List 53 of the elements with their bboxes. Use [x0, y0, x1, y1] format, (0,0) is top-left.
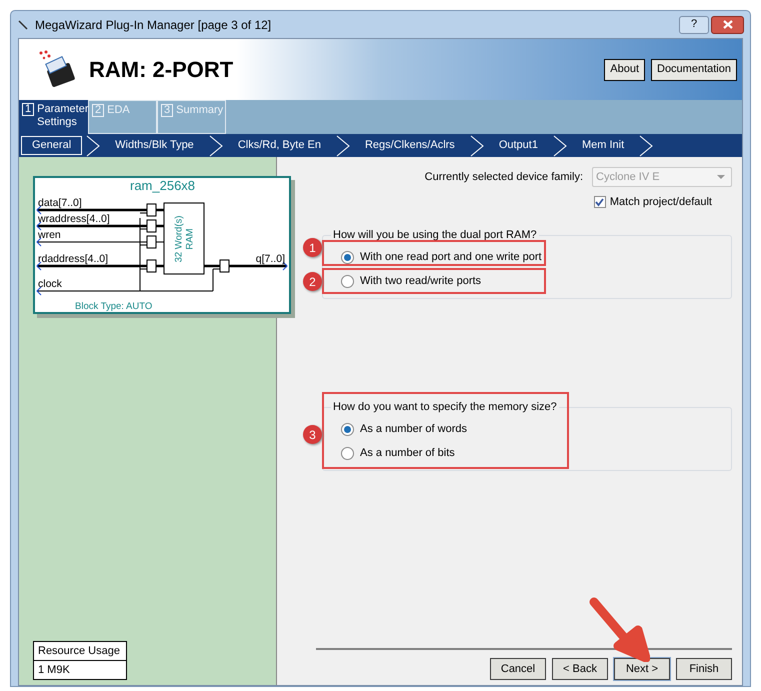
radio-label: As a number of bits — [360, 448, 455, 458]
radio-label: With one read port and one write port — [360, 252, 542, 262]
port-label: rdaddress[4..0] — [38, 254, 108, 264]
wizard-button[interactable]: Next > — [614, 658, 670, 680]
step-tab[interactable]: General — [21, 136, 82, 155]
radio-label: As a number of words — [360, 424, 467, 434]
block-type-label: Block Type: AUTO — [75, 302, 152, 312]
port-label: clock — [38, 279, 62, 290]
header-button[interactable]: About — [604, 58, 645, 80]
chevron-icon — [639, 134, 654, 156]
wizard-button[interactable]: < Back — [552, 658, 608, 680]
help-button[interactable]: ? — [679, 16, 709, 34]
block-label: RAM — [184, 228, 195, 250]
radio-label: With two read/write ports — [360, 276, 482, 286]
chevron-icon — [552, 134, 567, 156]
wizard-button[interactable]: Cancel — [490, 658, 546, 680]
dropdown-arrow-icon — [717, 175, 725, 179]
table-cell-text: 1 M9K — [37, 662, 71, 678]
checkbox-label: Match project/default — [610, 195, 712, 210]
radio-button[interactable] — [341, 274, 354, 288]
diagram-title: ram_256x8 — [130, 179, 196, 192]
close-icon — [722, 20, 732, 29]
wizard-button[interactable]: Finish — [676, 658, 732, 680]
window-title: MegaWizard Plug-In Manager [page 3 of 12] — [35, 16, 272, 34]
step-tab[interactable]: Output1 — [488, 136, 549, 155]
chevron-icon — [470, 134, 484, 156]
step-tab[interactable]: Regs/Clkens/Aclrs — [354, 136, 466, 155]
chevron-icon — [86, 134, 100, 156]
port-label: data[7..0] — [38, 198, 82, 208]
port-label: q[7..0] — [256, 254, 285, 264]
pointer-arrow — [588, 596, 650, 662]
checkbox[interactable] — [594, 196, 606, 208]
header-button[interactable]: Documentation — [651, 58, 737, 80]
chevron-icon — [208, 134, 223, 156]
step-tab[interactable]: Mem Init — [570, 136, 636, 155]
page-heading: RAM: 2-PORT — [89, 56, 234, 84]
block-label: 32 Word(s) — [173, 215, 184, 262]
field-label: Currently selected device family: — [424, 170, 583, 185]
radio-button[interactable] — [341, 446, 354, 460]
step-tab[interactable]: Clks/Rd, Byte En — [226, 136, 332, 155]
group-legend: How do you want to specify the memory size? — [331, 400, 559, 414]
radio-button[interactable] — [341, 250, 354, 264]
port-label: wraddress[4..0] — [38, 214, 110, 224]
tab-number: 2 — [92, 104, 104, 117]
tab-number: 3 — [161, 104, 174, 117]
table-heading: Resource Usage — [34, 642, 126, 661]
step-tab[interactable]: Widths/Blk Type — [104, 136, 205, 155]
chevron-icon — [336, 134, 350, 156]
port-label: wren — [38, 230, 61, 240]
wizard-tab[interactable]: 1 Parameter Settings — [19, 100, 88, 134]
radio-button[interactable] — [341, 422, 354, 436]
close-button[interactable] — [711, 16, 744, 34]
tab-number: 1 — [22, 103, 34, 116]
